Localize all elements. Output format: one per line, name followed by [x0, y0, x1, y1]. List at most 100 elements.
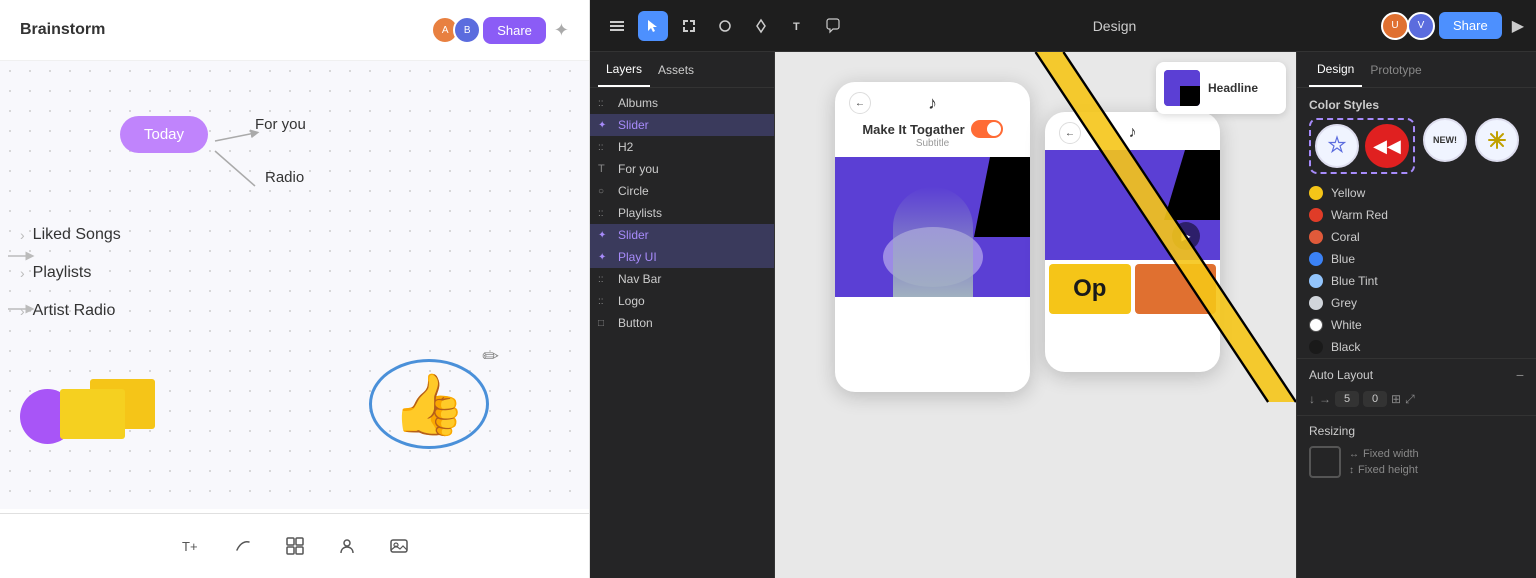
layer-play-ui-label: Play UI — [618, 250, 657, 264]
component-tool[interactable] — [277, 528, 313, 564]
tab-assets[interactable]: Assets — [650, 52, 702, 87]
al-padding-value[interactable]: 0 — [1363, 391, 1387, 407]
headline-component[interactable]: Headline — [1156, 62, 1286, 114]
color-styles-header: Color Styles — [1297, 88, 1536, 118]
fixed-width-label: Fixed width — [1363, 448, 1419, 460]
selected-swatch-group: ◀◀ — [1309, 118, 1415, 174]
phone-2-header: ← ♪ — [1045, 112, 1220, 150]
layer-logo[interactable]: :: Logo — [590, 290, 774, 312]
play-overlay[interactable]: ▶ — [1172, 222, 1200, 250]
person-tool[interactable] — [329, 528, 365, 564]
back-swatch[interactable]: ◀◀ — [1365, 124, 1409, 168]
layer-slider-2-label: Slider — [618, 228, 649, 242]
back-button-2[interactable]: ← — [1059, 122, 1081, 144]
color-warm-red[interactable]: Warm Red — [1309, 204, 1524, 226]
hamburger-icon[interactable] — [602, 11, 632, 41]
image-tool[interactable] — [381, 528, 417, 564]
component-icon-1: ✦ — [598, 120, 612, 131]
pen-tool[interactable] — [746, 11, 776, 41]
tab-prototype[interactable]: Prototype — [1362, 52, 1429, 87]
text-tool[interactable]: T+ — [173, 528, 209, 564]
color-blue-tint[interactable]: Blue Tint — [1309, 270, 1524, 292]
grid-cell-orange — [1135, 264, 1217, 314]
user-avatars-right: U V — [1381, 12, 1429, 40]
avatar-2: B — [453, 16, 481, 44]
play-icon[interactable]: ▶ — [1512, 16, 1524, 36]
thumbs-circle: 👍 — [369, 359, 489, 449]
svg-text:T+: T+ — [182, 539, 198, 554]
liked-songs-item[interactable]: › Liked Songs — [20, 226, 121, 244]
fixed-height-option[interactable]: ↕ Fixed height — [1349, 464, 1419, 476]
layers-tabs: Layers Assets — [590, 52, 774, 88]
layers-list: :: Albums ✦ Slider :: H2 T For you — [590, 88, 774, 578]
move-tool[interactable] — [638, 11, 668, 41]
al-gap-value[interactable]: 5 — [1335, 391, 1359, 407]
color-name-grey: Grey — [1331, 296, 1357, 310]
svg-text:T: T — [793, 21, 800, 33]
canvas-area[interactable]: ← ♪ Make It Togather Subtitle — [775, 52, 1296, 578]
thumbs-up-emoji: 👍 — [392, 369, 467, 440]
layer-play-ui[interactable]: ✦ Play UI — [590, 246, 774, 268]
tab-design[interactable]: Design — [1309, 52, 1362, 87]
color-dot-blue — [1309, 252, 1323, 266]
minus-icon[interactable]: − — [1516, 367, 1524, 383]
playlists-item[interactable]: › Playlists — [20, 264, 121, 282]
layer-button[interactable]: □ Button — [590, 312, 774, 334]
text-tool-figma[interactable]: T — [782, 11, 812, 41]
color-coral[interactable]: Coral — [1309, 226, 1524, 248]
fixed-width-arrow: ↔ — [1349, 449, 1359, 460]
comment-tool[interactable] — [818, 11, 848, 41]
nav-items: › Liked Songs › Playlists › Artist Radio — [20, 226, 121, 340]
color-blue[interactable]: Blue — [1309, 248, 1524, 270]
layer-nav-bar[interactable]: :: Nav Bar — [590, 268, 774, 290]
path-tool[interactable] — [225, 528, 261, 564]
back-button-1[interactable]: ← — [849, 92, 871, 114]
al-right-icon: → — [1319, 392, 1331, 406]
star-swatch[interactable] — [1315, 124, 1359, 168]
color-grey[interactable]: Grey — [1309, 292, 1524, 314]
layer-playlists[interactable]: :: Playlists — [590, 202, 774, 224]
color-white[interactable]: White — [1309, 314, 1524, 336]
today-node[interactable]: Today — [120, 116, 208, 153]
toolbar-center: Design — [856, 18, 1373, 34]
sparkle-icon[interactable]: ✦ — [554, 20, 569, 41]
share-button[interactable]: Share — [483, 17, 546, 44]
toggle-switch[interactable] — [971, 120, 1003, 138]
rect-icon-button: □ — [598, 318, 612, 329]
fixed-width-option[interactable]: ↔ Fixed width — [1349, 448, 1419, 460]
figma-body: Layers Assets :: Albums ✦ Slider :: H2 — [590, 52, 1536, 578]
color-black[interactable]: Black — [1309, 336, 1524, 358]
circle-tool[interactable] — [710, 11, 740, 41]
layer-slider-1[interactable]: ✦ Slider — [590, 114, 774, 136]
asterisk-swatch[interactable] — [1475, 118, 1519, 162]
frame-tool[interactable] — [674, 11, 704, 41]
color-name-black: Black — [1331, 340, 1360, 354]
artist-radio-item[interactable]: › Artist Radio — [20, 302, 121, 320]
layers-panel: Layers Assets :: Albums ✦ Slider :: H2 — [590, 52, 775, 578]
layer-albums-label: Albums — [618, 96, 658, 110]
component-icon-2: ✦ — [598, 230, 612, 241]
headline-label: Headline — [1208, 81, 1258, 95]
phone-2-grid: Op — [1045, 260, 1220, 318]
layer-h2[interactable]: :: H2 — [590, 136, 774, 158]
color-yellow[interactable]: Yellow — [1309, 182, 1524, 204]
new-swatch[interactable]: NEW! — [1423, 118, 1467, 162]
layer-slider-2[interactable]: ✦ Slider — [590, 224, 774, 246]
figma-share-button[interactable]: Share — [1439, 12, 1502, 39]
phone-mockup-1: ← ♪ Make It Togather Subtitle — [835, 82, 1030, 392]
tab-layers[interactable]: Layers — [598, 52, 650, 87]
layer-circle[interactable]: ○ Circle — [590, 180, 774, 202]
phone-1-title-area: Make It Togather Subtitle — [835, 120, 1030, 157]
phone-1-image — [835, 157, 1030, 297]
design-center-label: Design — [1093, 18, 1137, 34]
music-icon-2: ♪ — [1129, 124, 1137, 142]
layer-circle-label: Circle — [618, 184, 649, 198]
layer-albums[interactable]: :: Albums — [590, 92, 774, 114]
color-name-warm-red: Warm Red — [1331, 208, 1388, 222]
layer-for-you[interactable]: T For you — [590, 158, 774, 180]
auto-layout-title: Auto Layout — [1309, 368, 1373, 382]
color-dot-coral — [1309, 230, 1323, 244]
properties-panel: Design Prototype Color Styles — [1296, 52, 1536, 578]
frame-icon-nav: :: — [598, 274, 612, 285]
fixed-height-arrow: ↕ — [1349, 465, 1354, 476]
